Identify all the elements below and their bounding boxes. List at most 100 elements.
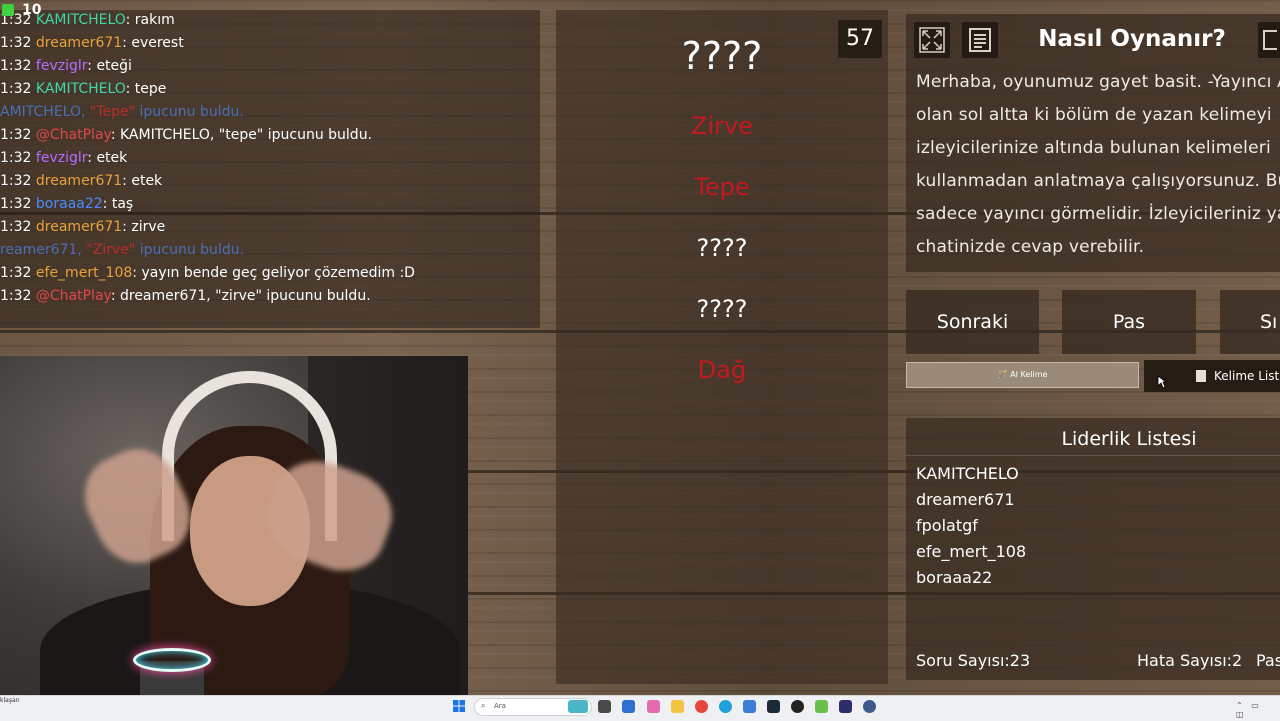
windows-start-icon[interactable] [453, 700, 465, 712]
main-word: ???? [681, 34, 763, 78]
chat-username[interactable]: reamer671, [0, 242, 82, 258]
chat-message-text: KAMITCHELO, "tepe" ipucunu buldu. [119, 127, 373, 143]
chat-username[interactable]: fevziglr [36, 58, 87, 74]
webcam-feed [0, 356, 468, 695]
howto-text: Merhaba, oyunumuz gayet basit. -Yayıncı … [916, 66, 1280, 264]
word-list-label: Kelime List [1214, 369, 1280, 383]
hint-word: Dağ [697, 356, 747, 384]
task-view-icon[interactable] [598, 700, 611, 713]
obs-icon[interactable] [791, 700, 804, 713]
leaderboard-entry: KAMITCHELO [916, 464, 1019, 483]
chat-message-text: tepe [134, 81, 167, 97]
hint-word: ???? [696, 295, 748, 323]
chat-message: AMITCHELO, "Tepe" ipucunu buldu. [0, 101, 244, 124]
pass-button[interactable]: Pas [1062, 290, 1196, 354]
howto-text-line: olan sol altta ki bölüm de yazan kelimey… [916, 105, 1272, 125]
howto-text-line: sadece yayıncı görmelidir. İzleyicilerin… [916, 204, 1280, 224]
fullscreen-button[interactable] [914, 22, 950, 58]
chat-message-text: rakım [134, 12, 175, 28]
steam-icon[interactable] [767, 700, 780, 713]
chat-username[interactable]: AMITCHELO, [0, 104, 85, 120]
chat-timestamp: 1:32 [0, 81, 32, 97]
app-icon[interactable] [815, 700, 828, 713]
sidebar-icon [1263, 30, 1277, 50]
chat-username[interactable]: dreamer671 [36, 173, 122, 189]
chat-hint-word: "Tepe" [89, 104, 136, 120]
hint-word: Tepe [694, 173, 750, 201]
file-explorer-icon[interactable] [671, 700, 684, 713]
taskbar [0, 695, 1280, 721]
chat-timestamp: 1:32 [0, 150, 32, 166]
chat-message: 1:32 fevziglr: eteği [0, 58, 132, 74]
leaderboard-entry: boraaa22 [916, 568, 993, 587]
divider [906, 455, 1280, 456]
chat-username[interactable]: fevziglr [36, 150, 87, 166]
next-button[interactable]: Sonraki [906, 290, 1039, 354]
store-icon[interactable] [622, 700, 635, 713]
chat-username[interactable]: dreamer671 [36, 219, 122, 235]
live-icon [2, 4, 14, 16]
chat-message-text: ipucunu buldu. [139, 104, 244, 120]
chat-message-text: dreamer671, "zirve" ipucunu buldu. [119, 288, 371, 304]
clipboard-icon [1196, 370, 1206, 382]
chat-message-text: etek [96, 150, 128, 166]
copilot-icon[interactable] [568, 700, 588, 713]
panel-toggle-button[interactable] [1258, 22, 1280, 58]
taskbar-search-placeholder: Ara [494, 702, 506, 710]
chat-message: 1:32 dreamer671: zirve [0, 219, 166, 235]
chat-panel: 1:32 KAMITCHELO: rakım 1:32 dreamer671: e… [0, 10, 540, 328]
howto-title: Nasıl Oynanır? [1038, 26, 1226, 52]
chat-timestamp: 1:32 [0, 288, 32, 304]
chat-message: 1:32 @ChatPlay: KAMITCHELO, "tepe" ipucu… [0, 127, 373, 143]
chat-message-text: zirve [131, 219, 166, 235]
chat-message: 1:32 KAMITCHELO: tepe [0, 81, 167, 97]
howto-text-line: kullanmadan anlatmaya çalışıyorsunuz. Bu [916, 171, 1280, 191]
chat-timestamp: 1:32 [0, 196, 32, 212]
app-icon[interactable] [839, 700, 852, 713]
app-icon[interactable] [863, 700, 876, 713]
howto-text-line: chatinizde cevap verebilir. [916, 237, 1145, 257]
expand-icon [919, 27, 945, 53]
taskbar-weather-label: klaşan [0, 697, 20, 704]
chat-message-text: taş [111, 196, 134, 212]
error-count: Hata Sayısı:2 [1137, 651, 1243, 670]
chat-username[interactable]: @ChatPlay [36, 288, 111, 304]
viewer-count-value: 10 [22, 2, 42, 18]
rgb-lamp-image [133, 648, 211, 672]
leaderboard-entry: efe_mert_108 [916, 542, 1027, 561]
search-icon: ⌕ [481, 701, 486, 710]
chat-message-text: ipucunu buldu. [139, 242, 245, 258]
chat-username[interactable]: efe_mert_108 [36, 265, 132, 281]
document-icon [969, 28, 991, 52]
leaderboard-title: Liderlik Listesi [1061, 428, 1197, 450]
edge-icon[interactable] [719, 700, 732, 713]
chat-username[interactable]: boraaa22 [36, 196, 103, 212]
chat-message-text: eteği [96, 58, 132, 74]
chat-username[interactable]: KAMITCHELO [36, 12, 126, 28]
chrome-icon[interactable] [695, 700, 708, 713]
chat-message: 1:32 fevziglr: etek [0, 150, 128, 166]
photos-icon[interactable] [647, 700, 660, 713]
leaderboard-entry: dreamer671 [916, 490, 1015, 509]
chat-username[interactable]: KAMITCHELO [36, 81, 126, 97]
chat-message: 1:32 boraaa22: taş [0, 196, 134, 212]
third-action-button[interactable]: Sı [1220, 290, 1280, 354]
chat-message: 1:32 dreamer671: everest [0, 35, 184, 51]
chat-timestamp: 1:32 [0, 265, 32, 281]
chat-message-text: etek [131, 173, 163, 189]
chat-username[interactable]: @ChatPlay [36, 127, 111, 143]
notes-button[interactable] [962, 22, 998, 58]
viewer-count: 10 [2, 2, 41, 18]
pass-count: Pas [1256, 651, 1280, 670]
chat-hint-word: "Zirve" [86, 242, 136, 258]
chat-username[interactable]: dreamer671 [36, 35, 122, 51]
howto-text-line: Merhaba, oyunumuz gayet basit. -Yayıncı … [916, 72, 1280, 92]
chat-message: 1:32 dreamer671: etek [0, 173, 163, 189]
ai-word-button[interactable]: 🪄 AI Kelime [906, 362, 1139, 388]
outlook-icon[interactable] [743, 700, 756, 713]
leaderboard-entry: fpolatgf [916, 516, 978, 535]
system-tray[interactable]: ⌃ ▭ ◫ [1236, 701, 1276, 719]
chat-timestamp: 1:32 [0, 35, 32, 51]
chat-timestamp: 1:32 [0, 173, 32, 189]
howto-text-line: izleyicilerinize altında bulunan kelimel… [916, 138, 1271, 158]
